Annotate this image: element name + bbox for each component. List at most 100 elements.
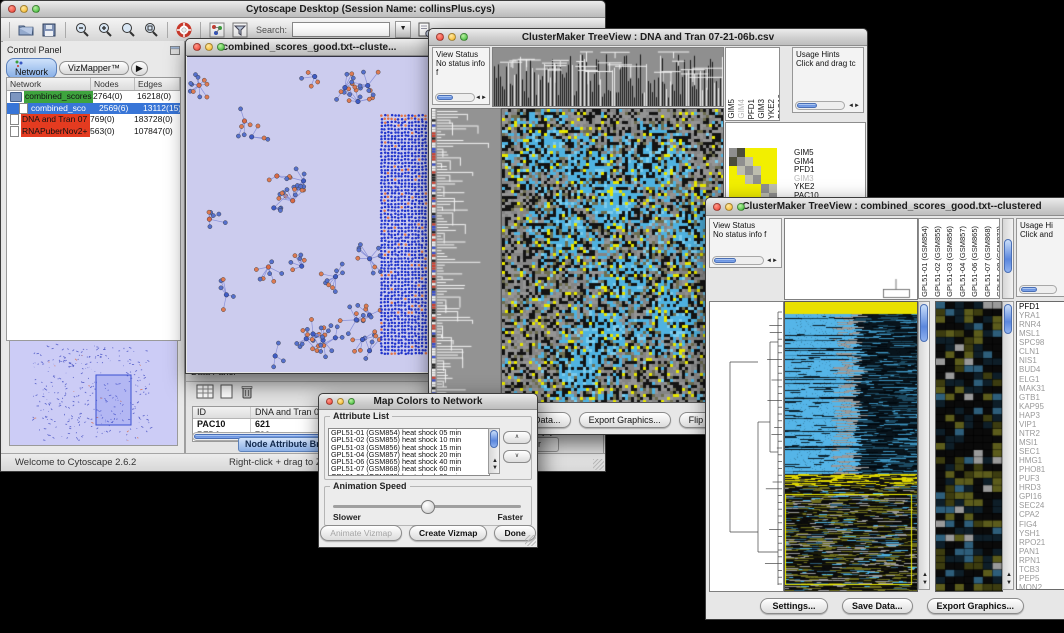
column-label[interactable]: GPL51-07 (GSM868) bbox=[983, 226, 994, 297]
matrix-cell[interactable] bbox=[737, 175, 745, 184]
matrix-cell[interactable] bbox=[745, 148, 753, 157]
column-scrollbar[interactable] bbox=[1002, 218, 1014, 299]
gene-label[interactable]: PUF3 bbox=[1017, 474, 1064, 483]
minimize-button[interactable] bbox=[448, 33, 456, 41]
zoom-selected-icon[interactable] bbox=[119, 22, 137, 38]
gene-label[interactable]: SEC24 bbox=[1017, 501, 1064, 510]
gene-label[interactable]: BUD4 bbox=[1017, 365, 1064, 374]
zoom-button[interactable] bbox=[737, 203, 745, 211]
gene-label[interactable]: YSH1 bbox=[1017, 529, 1064, 538]
minimize-button[interactable] bbox=[20, 5, 28, 13]
open-file-icon[interactable] bbox=[17, 22, 35, 38]
zoom-button[interactable] bbox=[217, 43, 225, 51]
matrix-cell[interactable] bbox=[737, 157, 745, 166]
matrix-cell[interactable] bbox=[761, 166, 769, 175]
column-label[interactable]: GPL51-02 (GSM855) bbox=[933, 226, 944, 297]
matrix-cell[interactable] bbox=[729, 175, 737, 184]
zoom-vscrollbar[interactable]: ▲ ▼ bbox=[1002, 301, 1014, 590]
matrix-cell[interactable] bbox=[753, 148, 761, 157]
scroll-thumb[interactable] bbox=[714, 258, 736, 263]
gene-label[interactable]: PAN1 bbox=[1017, 547, 1064, 556]
vizmap-nodes-icon[interactable] bbox=[208, 22, 226, 38]
matrix-cell[interactable] bbox=[737, 166, 745, 175]
attribute-table-icon[interactable] bbox=[196, 384, 214, 399]
main-heatmap[interactable] bbox=[784, 301, 918, 592]
minimize-button[interactable] bbox=[725, 203, 733, 211]
gene-label[interactable]: GTB1 bbox=[1017, 393, 1064, 402]
matrix-cell[interactable] bbox=[737, 184, 745, 193]
matrix-cell[interactable] bbox=[745, 184, 753, 193]
matrix-cell[interactable] bbox=[761, 148, 769, 157]
gene-label[interactable]: YRA1 bbox=[1017, 311, 1064, 320]
column-label[interactable]: YKE2 bbox=[767, 99, 777, 119]
zoomed-matrix[interactable] bbox=[729, 148, 777, 202]
gene-label[interactable]: VIP1 bbox=[1017, 420, 1064, 429]
minimize-button[interactable] bbox=[205, 43, 213, 51]
matrix-cell[interactable] bbox=[753, 157, 761, 166]
column-label[interactable]: GPL51-03 (GSM856) bbox=[945, 226, 956, 297]
matrix-cell[interactable] bbox=[753, 184, 761, 193]
zoom-fit-icon[interactable] bbox=[142, 22, 160, 38]
zoom-out-icon[interactable] bbox=[73, 22, 91, 38]
treeview-action-button[interactable]: Settings... bbox=[760, 598, 828, 614]
network-list-row[interactable]: combined_scores 2764(0) 16218(0) bbox=[7, 91, 180, 103]
gene-label[interactable]: MAK31 bbox=[1017, 384, 1064, 393]
minimize-button[interactable] bbox=[337, 398, 344, 405]
scroll-thumb[interactable] bbox=[437, 95, 453, 100]
gene-label[interactable]: MON2 bbox=[1017, 583, 1064, 590]
help-lifering-icon[interactable] bbox=[175, 22, 193, 38]
matrix-cell[interactable] bbox=[729, 166, 737, 175]
animation-speed-slider[interactable] bbox=[333, 505, 521, 508]
scroll-thumb[interactable] bbox=[797, 103, 817, 108]
column-label[interactable]: GIM4 bbox=[737, 99, 747, 119]
matrix-cell[interactable] bbox=[729, 148, 737, 157]
matrix-cell[interactable] bbox=[769, 157, 777, 166]
network-list-row[interactable]: RNAPuberNov2+ 563(0) 107847(0) bbox=[7, 126, 180, 138]
attribute-listbox[interactable]: GPL51-01 (GSM854) heat shock 05 minGPL51… bbox=[328, 428, 490, 476]
column-dendrogram[interactable] bbox=[492, 47, 724, 107]
gene-label[interactable]: RPN1 bbox=[1017, 556, 1064, 565]
scroll-right-arrow[interactable]: ► bbox=[772, 258, 778, 265]
column-label[interactable]: GIM3 bbox=[757, 99, 767, 119]
gene-label[interactable]: ELG1 bbox=[1017, 375, 1064, 384]
gene-label[interactable]: PHO81 bbox=[1017, 465, 1064, 474]
treeview-action-button[interactable]: Save Data... bbox=[842, 598, 913, 614]
delete-attribute-icon[interactable] bbox=[240, 384, 254, 399]
matrix-cell[interactable] bbox=[745, 166, 753, 175]
close-button[interactable] bbox=[713, 203, 721, 211]
heatmap-vscrollbar[interactable]: ▲ ▼ bbox=[918, 301, 930, 590]
column-label[interactable]: GPL51-04 (GSM857) bbox=[958, 226, 969, 297]
treeview-action-button[interactable]: Export Graphics... bbox=[579, 412, 671, 428]
matrix-cell[interactable] bbox=[769, 184, 777, 193]
network-graph-canvas[interactable] bbox=[187, 56, 431, 372]
scroll-up-arrow[interactable]: ▲ bbox=[922, 572, 928, 579]
close-button[interactable] bbox=[326, 398, 333, 405]
gene-label[interactable]: MSL1 bbox=[1017, 329, 1064, 338]
gene-label[interactable]: PFD1 bbox=[1017, 302, 1064, 311]
column-label[interactable]: GPL51-06 (GSM865) bbox=[970, 226, 981, 297]
matrix-cell[interactable] bbox=[761, 184, 769, 193]
scroll-down-arrow[interactable]: ▼ bbox=[1006, 580, 1012, 587]
zoomed-heatmap[interactable] bbox=[935, 301, 1003, 592]
close-button[interactable] bbox=[436, 33, 444, 41]
scroll-thumb[interactable] bbox=[1021, 287, 1037, 292]
resize-grip[interactable] bbox=[593, 459, 604, 470]
network-list-row[interactable]: DNA and Tran 07 769(0) 183728(0) bbox=[7, 114, 180, 126]
close-button[interactable] bbox=[8, 5, 16, 13]
matrix-cell[interactable] bbox=[753, 166, 761, 175]
network-overview-thumbnail[interactable] bbox=[9, 340, 178, 446]
create-vizmap-button[interactable]: Create Vizmap bbox=[409, 525, 487, 541]
gene-label[interactable]: GPI16 bbox=[1017, 492, 1064, 501]
close-button[interactable] bbox=[193, 43, 201, 51]
scroll-up-arrow[interactable]: ▲ bbox=[1006, 572, 1012, 579]
treeview2-title-bar[interactable]: ClusterMaker TreeView : combined_scores_… bbox=[706, 198, 1064, 216]
column-label[interactable]: GPL51-01 (GSM854) bbox=[920, 226, 931, 297]
matrix-cell[interactable] bbox=[769, 148, 777, 157]
matrix-cell[interactable] bbox=[729, 184, 737, 193]
column-label[interactable]: PAC10 bbox=[777, 94, 780, 119]
slider-thumb[interactable] bbox=[421, 500, 435, 514]
scroll-right-arrow[interactable]: ► bbox=[481, 95, 487, 102]
move-down-button[interactable]: ∨ bbox=[503, 450, 531, 463]
tab-network[interactable]: Network bbox=[6, 58, 57, 79]
gene-label[interactable]: NTR2 bbox=[1017, 429, 1064, 438]
